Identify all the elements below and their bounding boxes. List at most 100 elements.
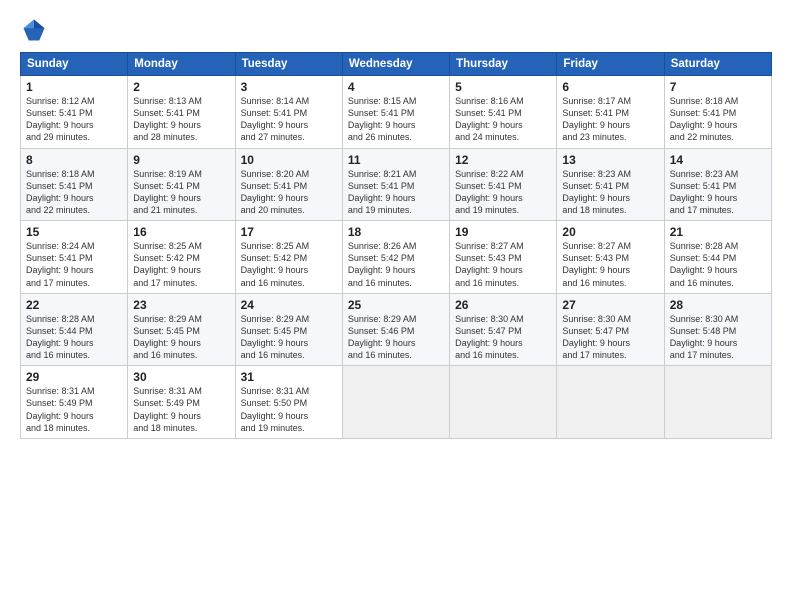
day-cell — [342, 366, 449, 439]
weekday-header-sunday: Sunday — [21, 53, 128, 76]
week-row-4: 22Sunrise: 8:28 AMSunset: 5:44 PMDayligh… — [21, 293, 772, 366]
day-cell: 22Sunrise: 8:28 AMSunset: 5:44 PMDayligh… — [21, 293, 128, 366]
day-info: Sunrise: 8:13 AMSunset: 5:41 PMDaylight:… — [133, 95, 229, 144]
day-info: Sunrise: 8:30 AMSunset: 5:47 PMDaylight:… — [455, 313, 551, 362]
day-number: 9 — [133, 153, 229, 167]
day-info: Sunrise: 8:30 AMSunset: 5:47 PMDaylight:… — [562, 313, 658, 362]
day-info: Sunrise: 8:28 AMSunset: 5:44 PMDaylight:… — [26, 313, 122, 362]
day-info: Sunrise: 8:28 AMSunset: 5:44 PMDaylight:… — [670, 240, 766, 289]
week-row-2: 8Sunrise: 8:18 AMSunset: 5:41 PMDaylight… — [21, 148, 772, 221]
day-number: 26 — [455, 298, 551, 312]
day-number: 7 — [670, 80, 766, 94]
day-cell: 19Sunrise: 8:27 AMSunset: 5:43 PMDayligh… — [450, 221, 557, 294]
day-info: Sunrise: 8:17 AMSunset: 5:41 PMDaylight:… — [562, 95, 658, 144]
day-info: Sunrise: 8:21 AMSunset: 5:41 PMDaylight:… — [348, 168, 444, 217]
day-number: 19 — [455, 225, 551, 239]
day-info: Sunrise: 8:29 AMSunset: 5:45 PMDaylight:… — [133, 313, 229, 362]
day-number: 28 — [670, 298, 766, 312]
day-cell: 28Sunrise: 8:30 AMSunset: 5:48 PMDayligh… — [664, 293, 771, 366]
day-cell: 20Sunrise: 8:27 AMSunset: 5:43 PMDayligh… — [557, 221, 664, 294]
header — [20, 16, 772, 44]
day-info: Sunrise: 8:25 AMSunset: 5:42 PMDaylight:… — [241, 240, 337, 289]
day-number: 25 — [348, 298, 444, 312]
day-cell: 29Sunrise: 8:31 AMSunset: 5:49 PMDayligh… — [21, 366, 128, 439]
day-number: 21 — [670, 225, 766, 239]
weekday-header-tuesday: Tuesday — [235, 53, 342, 76]
day-number: 8 — [26, 153, 122, 167]
day-number: 23 — [133, 298, 229, 312]
weekday-header-saturday: Saturday — [664, 53, 771, 76]
day-cell: 11Sunrise: 8:21 AMSunset: 5:41 PMDayligh… — [342, 148, 449, 221]
day-info: Sunrise: 8:25 AMSunset: 5:42 PMDaylight:… — [133, 240, 229, 289]
day-info: Sunrise: 8:19 AMSunset: 5:41 PMDaylight:… — [133, 168, 229, 217]
day-info: Sunrise: 8:22 AMSunset: 5:41 PMDaylight:… — [455, 168, 551, 217]
day-info: Sunrise: 8:27 AMSunset: 5:43 PMDaylight:… — [455, 240, 551, 289]
weekday-header-friday: Friday — [557, 53, 664, 76]
day-info: Sunrise: 8:16 AMSunset: 5:41 PMDaylight:… — [455, 95, 551, 144]
day-number: 16 — [133, 225, 229, 239]
day-info: Sunrise: 8:29 AMSunset: 5:45 PMDaylight:… — [241, 313, 337, 362]
day-info: Sunrise: 8:31 AMSunset: 5:50 PMDaylight:… — [241, 385, 337, 434]
day-number: 12 — [455, 153, 551, 167]
page: SundayMondayTuesdayWednesdayThursdayFrid… — [0, 0, 792, 612]
day-info: Sunrise: 8:23 AMSunset: 5:41 PMDaylight:… — [562, 168, 658, 217]
day-cell: 2Sunrise: 8:13 AMSunset: 5:41 PMDaylight… — [128, 76, 235, 149]
day-number: 20 — [562, 225, 658, 239]
day-cell: 13Sunrise: 8:23 AMSunset: 5:41 PMDayligh… — [557, 148, 664, 221]
day-number: 17 — [241, 225, 337, 239]
day-cell: 9Sunrise: 8:19 AMSunset: 5:41 PMDaylight… — [128, 148, 235, 221]
day-cell: 17Sunrise: 8:25 AMSunset: 5:42 PMDayligh… — [235, 221, 342, 294]
day-number: 6 — [562, 80, 658, 94]
weekday-header-thursday: Thursday — [450, 53, 557, 76]
day-info: Sunrise: 8:29 AMSunset: 5:46 PMDaylight:… — [348, 313, 444, 362]
day-number: 11 — [348, 153, 444, 167]
day-cell: 27Sunrise: 8:30 AMSunset: 5:47 PMDayligh… — [557, 293, 664, 366]
day-number: 14 — [670, 153, 766, 167]
day-info: Sunrise: 8:27 AMSunset: 5:43 PMDaylight:… — [562, 240, 658, 289]
week-row-5: 29Sunrise: 8:31 AMSunset: 5:49 PMDayligh… — [21, 366, 772, 439]
day-cell — [557, 366, 664, 439]
day-number: 30 — [133, 370, 229, 384]
day-number: 3 — [241, 80, 337, 94]
day-number: 2 — [133, 80, 229, 94]
day-cell: 10Sunrise: 8:20 AMSunset: 5:41 PMDayligh… — [235, 148, 342, 221]
day-cell: 8Sunrise: 8:18 AMSunset: 5:41 PMDaylight… — [21, 148, 128, 221]
day-number: 5 — [455, 80, 551, 94]
day-info: Sunrise: 8:14 AMSunset: 5:41 PMDaylight:… — [241, 95, 337, 144]
day-number: 15 — [26, 225, 122, 239]
day-cell: 7Sunrise: 8:18 AMSunset: 5:41 PMDaylight… — [664, 76, 771, 149]
day-info: Sunrise: 8:24 AMSunset: 5:41 PMDaylight:… — [26, 240, 122, 289]
day-info: Sunrise: 8:31 AMSunset: 5:49 PMDaylight:… — [26, 385, 122, 434]
day-cell: 21Sunrise: 8:28 AMSunset: 5:44 PMDayligh… — [664, 221, 771, 294]
day-cell: 25Sunrise: 8:29 AMSunset: 5:46 PMDayligh… — [342, 293, 449, 366]
day-number: 24 — [241, 298, 337, 312]
calendar-body: 1Sunrise: 8:12 AMSunset: 5:41 PMDaylight… — [21, 76, 772, 439]
logo-icon — [20, 16, 48, 44]
day-info: Sunrise: 8:18 AMSunset: 5:41 PMDaylight:… — [670, 95, 766, 144]
week-row-1: 1Sunrise: 8:12 AMSunset: 5:41 PMDaylight… — [21, 76, 772, 149]
day-cell: 12Sunrise: 8:22 AMSunset: 5:41 PMDayligh… — [450, 148, 557, 221]
day-cell: 24Sunrise: 8:29 AMSunset: 5:45 PMDayligh… — [235, 293, 342, 366]
day-cell: 16Sunrise: 8:25 AMSunset: 5:42 PMDayligh… — [128, 221, 235, 294]
calendar-table: SundayMondayTuesdayWednesdayThursdayFrid… — [20, 52, 772, 439]
day-cell: 30Sunrise: 8:31 AMSunset: 5:49 PMDayligh… — [128, 366, 235, 439]
day-info: Sunrise: 8:26 AMSunset: 5:42 PMDaylight:… — [348, 240, 444, 289]
weekday-header-monday: Monday — [128, 53, 235, 76]
day-cell — [450, 366, 557, 439]
day-number: 31 — [241, 370, 337, 384]
day-number: 22 — [26, 298, 122, 312]
day-cell: 3Sunrise: 8:14 AMSunset: 5:41 PMDaylight… — [235, 76, 342, 149]
day-info: Sunrise: 8:18 AMSunset: 5:41 PMDaylight:… — [26, 168, 122, 217]
day-info: Sunrise: 8:31 AMSunset: 5:49 PMDaylight:… — [133, 385, 229, 434]
weekday-header-row: SundayMondayTuesdayWednesdayThursdayFrid… — [21, 53, 772, 76]
day-info: Sunrise: 8:15 AMSunset: 5:41 PMDaylight:… — [348, 95, 444, 144]
day-cell: 31Sunrise: 8:31 AMSunset: 5:50 PMDayligh… — [235, 366, 342, 439]
day-cell: 23Sunrise: 8:29 AMSunset: 5:45 PMDayligh… — [128, 293, 235, 366]
day-cell — [664, 366, 771, 439]
logo — [20, 16, 52, 44]
day-info: Sunrise: 8:30 AMSunset: 5:48 PMDaylight:… — [670, 313, 766, 362]
day-cell: 26Sunrise: 8:30 AMSunset: 5:47 PMDayligh… — [450, 293, 557, 366]
day-number: 10 — [241, 153, 337, 167]
day-info: Sunrise: 8:23 AMSunset: 5:41 PMDaylight:… — [670, 168, 766, 217]
day-cell: 4Sunrise: 8:15 AMSunset: 5:41 PMDaylight… — [342, 76, 449, 149]
